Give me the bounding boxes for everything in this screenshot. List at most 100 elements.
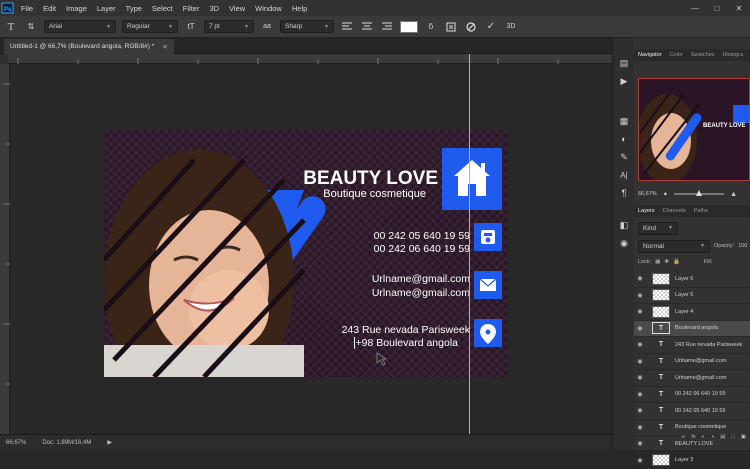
link-layers-icon[interactable]: ∞	[681, 434, 685, 440]
layer-name[interactable]: 243 Rue nevada Parisweek	[675, 342, 742, 348]
adjustments-icon[interactable]: ◐	[613, 130, 635, 148]
layer-name[interactable]: Layer 3	[675, 457, 693, 463]
opacity-value[interactable]: 100	[738, 243, 747, 249]
text-tool-icon[interactable]: T	[4, 20, 18, 34]
navigator-zoom-value[interactable]: 66,67%	[638, 191, 657, 197]
font-family-select[interactable]: Arial▼	[44, 20, 116, 33]
maximize-icon[interactable]: □	[706, 0, 728, 16]
trash-icon[interactable]: ▣	[741, 434, 746, 440]
font-size-select[interactable]: 7 pt▼	[204, 20, 254, 33]
eye-icon[interactable]: ◉	[634, 358, 646, 365]
cancel-icon[interactable]	[464, 20, 478, 34]
photoshop-logo-icon[interactable]: Ps	[0, 0, 16, 16]
zoom-slider[interactable]	[674, 193, 724, 195]
brush-settings-icon[interactable]: ✎	[613, 148, 635, 166]
layer-row[interactable]: ◉TUrlname@gmail.com	[634, 370, 750, 387]
play-icon[interactable]: ▶	[613, 72, 635, 90]
layer-row[interactable]: ◉ Layer 4	[634, 304, 750, 321]
card-address-2[interactable]: +98 Boulevard angola	[354, 337, 458, 349]
character-panel-icon[interactable]	[444, 20, 458, 34]
document-tab[interactable]: Untitled-1 @ 66,7% (Boulevard angola, RG…	[4, 39, 174, 54]
layer-row[interactable]: ◉ Layer 6	[634, 271, 750, 288]
menu-type[interactable]: Type	[121, 4, 147, 13]
eye-icon[interactable]: ◉	[634, 325, 646, 332]
navigator-thumbnail[interactable]: BEAUTY LOVE	[638, 78, 750, 181]
business-card-canvas[interactable]: BEAUTY LOVE Boutique cosmetique 00 242 0…	[104, 130, 508, 377]
tab-navigator[interactable]: Navigator	[638, 52, 662, 58]
menu-help[interactable]: Help	[287, 4, 312, 13]
eye-icon[interactable]: ◉	[634, 407, 646, 414]
layer-kind-select[interactable]: Kind▼	[638, 222, 678, 235]
properties-icon[interactable]: ▦	[613, 112, 635, 130]
tab-swatches[interactable]: Swatches	[691, 52, 715, 58]
zoom-in-icon[interactable]: ▲	[730, 191, 737, 198]
history-icon[interactable]: ▤	[613, 54, 635, 72]
text-orientation-icon[interactable]: ⇅	[24, 20, 38, 34]
chevron-right-icon[interactable]: ▶	[107, 439, 112, 446]
eye-icon[interactable]: ◉	[634, 292, 646, 299]
tab-histogram[interactable]: Histogra	[723, 52, 743, 58]
folder-icon[interactable]: ▤	[720, 434, 725, 440]
eye-icon[interactable]: ◉	[634, 308, 646, 315]
menu-image[interactable]: Image	[61, 4, 92, 13]
channels-icon[interactable]: ◉	[613, 234, 635, 252]
menu-3d[interactable]: 3D	[204, 4, 224, 13]
text-color-swatch[interactable]	[400, 21, 418, 33]
menu-view[interactable]: View	[224, 4, 250, 13]
zoom-out-icon[interactable]: ▲	[663, 191, 668, 197]
commit-icon[interactable]: ✓	[484, 20, 498, 34]
tab-layers[interactable]: Layers	[638, 208, 655, 214]
lock-all-icon[interactable]: 🔒	[673, 259, 680, 265]
layer-name[interactable]: 00 242 05 640 19 59	[675, 408, 725, 414]
layer-name[interactable]: Layer 5	[675, 292, 693, 298]
fx-icon[interactable]: fx	[691, 434, 695, 440]
layer-row[interactable]: ◉ Layer 5	[634, 288, 750, 305]
tab-color[interactable]: Color	[670, 52, 683, 58]
layer-row[interactable]: ◉T243 Rue nevada Parisweek	[634, 337, 750, 354]
layer-name[interactable]: Layer 6	[675, 276, 693, 282]
layer-row[interactable]: ◉T00 242 05 640 19 59	[634, 403, 750, 420]
layer-name[interactable]: Urlname@gmail.com	[675, 375, 726, 381]
layer-row[interactable]: ◉ Layer 3	[634, 453, 750, 469]
layer-name[interactable]: 00 242 06 640 19 59	[675, 391, 725, 397]
eye-icon[interactable]: ◉	[634, 374, 646, 381]
tab-paths[interactable]: Paths	[694, 208, 708, 214]
warp-text-icon[interactable]: ẟ	[424, 20, 438, 34]
menu-file[interactable]: File	[16, 4, 38, 13]
layer-name[interactable]: Urlname@gmail.com	[675, 358, 726, 364]
adjustment-layer-icon[interactable]: ◑	[711, 434, 714, 440]
layers-icon[interactable]: ◧	[613, 216, 635, 234]
paragraph-panel-icon[interactable]: ¶	[613, 184, 635, 202]
mask-icon[interactable]: ◐	[702, 434, 705, 440]
minimize-icon[interactable]: —	[684, 0, 706, 16]
align-center-icon[interactable]	[360, 20, 374, 34]
new-layer-icon[interactable]: □	[731, 434, 734, 440]
eye-icon[interactable]: ◉	[634, 457, 646, 464]
eye-icon[interactable]: ◉	[634, 391, 646, 398]
lock-position-icon[interactable]: ✚	[664, 259, 669, 265]
align-left-icon[interactable]	[340, 20, 354, 34]
layer-name[interactable]: Boulevard angola	[675, 325, 718, 331]
align-right-icon[interactable]	[380, 20, 394, 34]
menu-layer[interactable]: Layer	[92, 4, 121, 13]
status-zoom[interactable]: 66,67%	[6, 440, 26, 446]
layer-row[interactable]: ◉TBoulevard angola	[634, 321, 750, 338]
menu-edit[interactable]: Edit	[38, 4, 61, 13]
layer-name[interactable]: Layer 4	[675, 309, 693, 315]
layer-row[interactable]: ◉T00 242 06 640 19 59	[634, 387, 750, 404]
close-icon[interactable]: ✕	[728, 0, 750, 16]
font-style-select[interactable]: Regular▼	[122, 20, 178, 33]
blend-mode-select[interactable]: Normal▼	[638, 240, 710, 253]
3d-icon[interactable]: 3D	[504, 20, 518, 34]
menu-filter[interactable]: Filter	[178, 4, 205, 13]
tab-channels[interactable]: Channels	[663, 208, 686, 214]
menu-select[interactable]: Select	[147, 4, 178, 13]
anti-alias-select[interactable]: Sharp▼	[280, 20, 334, 33]
close-icon[interactable]: ✕	[162, 43, 167, 51]
vertical-guide[interactable]	[469, 54, 470, 434]
layer-row[interactable]: ◉TUrlname@gmail.com	[634, 354, 750, 371]
character-panel-icon[interactable]: A|	[613, 166, 635, 184]
eye-icon[interactable]: ◉	[634, 275, 646, 282]
menu-window[interactable]: Window	[250, 4, 287, 13]
eye-icon[interactable]: ◉	[634, 341, 646, 348]
